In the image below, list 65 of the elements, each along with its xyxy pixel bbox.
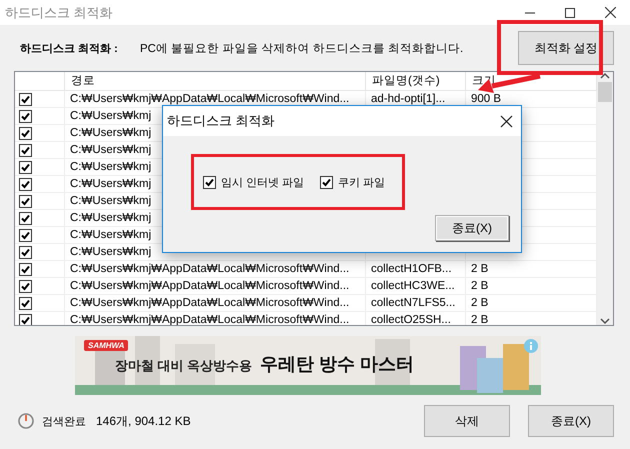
settings-button[interactable]: 최적화 설정 xyxy=(518,31,614,65)
table-cell: C:₩Users₩kmj₩AppData₩Local₩Microsoft₩Wind... xyxy=(70,280,350,292)
ad-text: 장마철 대비 옥상방수용 xyxy=(115,357,252,375)
row-checkbox[interactable] xyxy=(19,262,32,276)
table-cell: C:₩Users₩kmj xyxy=(70,178,152,190)
table-cell: C:₩Users₩kmj₩AppData₩Local₩Microsoft₩Wind... xyxy=(70,263,350,275)
delete-button[interactable]: 삭제 xyxy=(424,405,510,437)
scroll-down-icon[interactable] xyxy=(600,317,610,325)
table-cell: collectHC3WE... xyxy=(371,280,455,292)
row-checkbox[interactable] xyxy=(19,194,32,208)
row-checkbox[interactable] xyxy=(19,144,32,156)
column-header[interactable]: 파일명(갯수) xyxy=(366,72,466,90)
section-label: 하드디스크 최적화 : xyxy=(20,42,119,56)
ad-headline: 우레탄 방수 마스터 xyxy=(260,353,414,376)
table-cell: 900 B xyxy=(471,93,502,105)
option-label[interactable]: 쿠키 파일 xyxy=(338,174,386,190)
row-checkbox[interactable] xyxy=(19,110,32,122)
table-cell: C:₩Users₩kmj xyxy=(70,246,152,258)
table-cell: C:₩Users₩kmj xyxy=(70,229,152,241)
table-cell: collectN7LFS5... xyxy=(371,297,456,309)
row-checkbox[interactable] xyxy=(19,246,32,258)
table-cell: C:₩Users₩kmj xyxy=(70,144,152,156)
close-icon[interactable] xyxy=(605,7,616,18)
row-checkbox[interactable] xyxy=(19,280,32,292)
window-title: 하드디스크 최적화 xyxy=(5,4,113,22)
table-cell: collectO25SH... xyxy=(371,314,451,325)
row-checkbox[interactable] xyxy=(19,212,32,224)
row-checkbox[interactable] xyxy=(19,160,32,174)
row-checkbox[interactable] xyxy=(19,314,32,325)
table-cell: 2 B xyxy=(471,297,488,309)
close-icon[interactable] xyxy=(500,114,513,128)
checkbox[interactable] xyxy=(203,176,216,188)
column-header[interactable]: 경로 xyxy=(65,72,366,90)
table-cell: 2 B xyxy=(471,280,488,292)
table-cell: C:₩Users₩kmj xyxy=(70,161,152,173)
dialog-title: 하드디스크 최적화 xyxy=(167,112,275,130)
maximize-icon[interactable] xyxy=(565,8,575,18)
table-cell: C:₩Users₩kmj xyxy=(70,127,152,139)
scroll-thumb[interactable] xyxy=(598,82,612,102)
description-text: PC에 불필요한 파일을 삭제하여 하드디스크를 최적화합니다. xyxy=(140,42,464,56)
table-cell: collectH1OFB... xyxy=(371,263,452,275)
row-checkbox[interactable] xyxy=(19,92,32,106)
table-cell: C:₩Users₩kmj xyxy=(70,195,152,207)
scrollbar[interactable] xyxy=(597,72,613,325)
scroll-up-icon[interactable] xyxy=(600,72,610,80)
table-cell: C:₩Users₩kmj₩AppData₩Local₩Microsoft₩Wind... xyxy=(70,297,350,309)
table-cell: C:₩Users₩kmj xyxy=(70,110,152,122)
exit-button[interactable]: 종료(X) xyxy=(528,405,614,437)
checkbox[interactable] xyxy=(320,176,334,188)
table-cell: 2 B xyxy=(471,314,488,325)
close-button[interactable]: 종료(X) xyxy=(435,215,509,241)
table-cell: C:₩Users₩kmj xyxy=(70,212,152,224)
row-checkbox[interactable] xyxy=(19,228,32,242)
ad-banner[interactable]: SAMHWA 장마철 대비 옥상방수용 우레탄 방수 마스터 xyxy=(75,336,541,395)
table-cell: 2 B xyxy=(471,263,488,275)
status-summary: 146개, 904.12 KB xyxy=(96,412,192,430)
row-checkbox[interactable] xyxy=(19,126,32,140)
row-checkbox[interactable] xyxy=(19,178,32,190)
timer-icon xyxy=(18,413,34,429)
option-label[interactable]: 임시 인터넷 파일 xyxy=(221,174,304,190)
brand-logo: SAMHWA xyxy=(84,340,128,351)
table-cell: ad-hd-opti[1]... xyxy=(371,93,446,105)
row-checkbox[interactable] xyxy=(19,296,32,310)
table-cell: C:₩Users₩kmj₩AppData₩Local₩Microsoft₩Wind... xyxy=(70,93,350,105)
status-label: 검색완료 xyxy=(42,414,87,428)
